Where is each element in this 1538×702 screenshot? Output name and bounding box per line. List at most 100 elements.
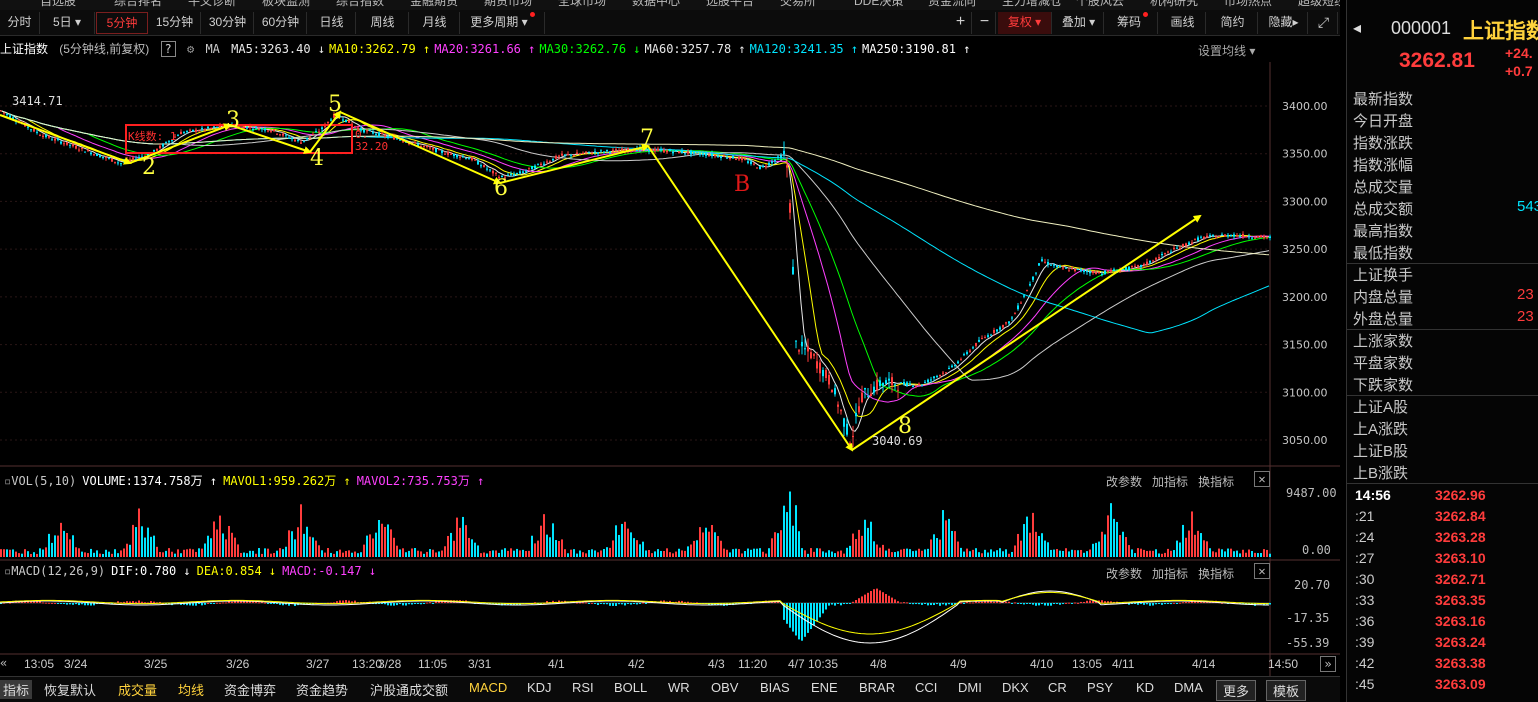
- tick-time: :42: [1355, 655, 1375, 671]
- macd-bar: [1023, 603, 1025, 605]
- volume-bar: [57, 535, 59, 557]
- volume-bar: [66, 533, 68, 557]
- indicator-tab[interactable]: 均线: [178, 680, 204, 699]
- indicator-tab[interactable]: PSY: [1087, 680, 1113, 695]
- indicator-tab[interactable]: CR: [1048, 680, 1067, 695]
- volume-bar: [408, 550, 410, 557]
- vol-swap-indicator[interactable]: 换指标: [1198, 475, 1234, 489]
- candle-body: [468, 158, 470, 160]
- scroll-right-icon[interactable]: »: [1320, 656, 1336, 672]
- macd-bar: [1005, 601, 1007, 603]
- candle-body: [1110, 270, 1112, 272]
- macd-axis-top: 20.70: [1294, 578, 1331, 592]
- volume-bar: [141, 526, 143, 557]
- volume-bar: [168, 548, 170, 557]
- candle-body: [537, 163, 539, 165]
- volume-bar: [636, 540, 638, 557]
- volume-bar: [885, 550, 887, 557]
- candle-body: [489, 169, 491, 171]
- volume-bar: [465, 525, 467, 557]
- indicator-tab[interactable]: KDJ: [527, 680, 552, 695]
- macd-bar: [1269, 603, 1271, 605]
- candle-body: [924, 381, 926, 383]
- macd-bar: [909, 603, 911, 604]
- macd-bar: [1167, 603, 1169, 604]
- candle-body: [975, 343, 977, 346]
- macd-change-params[interactable]: 改参数: [1106, 567, 1142, 581]
- macd-bar: [429, 602, 431, 604]
- indicator-tab[interactable]: 资金趋势: [296, 680, 348, 699]
- volume-bar: [111, 553, 113, 557]
- indicator-tab[interactable]: ENE: [811, 680, 838, 695]
- indicator-tab[interactable]: BOLL: [614, 680, 647, 695]
- macd-bar: [852, 601, 854, 603]
- macd-add-indicator[interactable]: 加指标: [1152, 567, 1188, 581]
- indicator-tab[interactable]: WR: [668, 680, 690, 695]
- volume-bar: [762, 551, 764, 557]
- indicator-tab[interactable]: BIAS: [760, 680, 790, 695]
- indicator-tab[interactable]: OBV: [711, 680, 738, 695]
- scroll-left-icon[interactable]: «: [0, 656, 7, 670]
- candle-body: [249, 126, 251, 128]
- volume-bar: [747, 548, 749, 557]
- volume-bar: [1137, 548, 1139, 557]
- macd-bar: [1047, 603, 1049, 606]
- time-tick-label: 4/10: [1030, 657, 1054, 671]
- candle-body: [1143, 263, 1145, 266]
- macd-bar: [810, 603, 812, 629]
- tick-time: :21: [1355, 508, 1375, 524]
- macd-bar: [219, 602, 221, 604]
- indicator-tab[interactable]: CCI: [915, 680, 937, 695]
- indicator-tab[interactable]: KD: [1136, 680, 1154, 695]
- time-tick-label: 4/3: [708, 657, 725, 671]
- volume-bar: [600, 550, 602, 557]
- volume-bar: [1020, 540, 1022, 557]
- macd-close-icon[interactable]: ✕: [1254, 563, 1270, 579]
- volume-bar: [96, 550, 98, 557]
- macd-bar: [606, 603, 608, 605]
- candle-body: [84, 151, 86, 153]
- time-tick-label: 10:35: [808, 657, 839, 671]
- indicator-tab[interactable]: DMA: [1174, 680, 1203, 695]
- volume-bar: [102, 553, 104, 557]
- volume-bar: [999, 548, 1001, 557]
- vol-close-icon[interactable]: ✕: [1254, 471, 1270, 487]
- price-tick-label: 3100.00: [1282, 386, 1328, 399]
- volume-bar: [375, 532, 377, 557]
- indicator-tab[interactable]: DMI: [958, 680, 982, 695]
- indicator-tab[interactable]: 指标: [0, 680, 33, 699]
- candle-body: [1233, 234, 1235, 237]
- time-tick-label: 4/2: [628, 657, 645, 671]
- indicator-tab[interactable]: DKX: [1002, 680, 1029, 695]
- indicator-tab[interactable]: 更多: [1216, 680, 1257, 701]
- volume-bar: [927, 548, 929, 557]
- macd-bar: [978, 601, 980, 603]
- macd-bar: [57, 603, 59, 604]
- candle-body: [939, 374, 941, 376]
- vol-actions: 改参数 加指标 换指标: [1106, 473, 1234, 490]
- candle-body: [288, 137, 290, 139]
- indicator-tab[interactable]: 模板: [1266, 680, 1307, 701]
- macd-bar: [630, 603, 632, 605]
- indicator-tab[interactable]: BRAR: [859, 680, 895, 695]
- candle-body: [309, 136, 311, 138]
- indicator-tab[interactable]: RSI: [572, 680, 594, 695]
- macd-swap-indicator[interactable]: 换指标: [1198, 567, 1234, 581]
- indicator-tab[interactable]: MACD: [469, 680, 507, 695]
- volume-bar: [339, 549, 341, 557]
- indicator-tab[interactable]: 成交量: [118, 680, 157, 699]
- collapse-icon[interactable]: ◂: [1353, 18, 1361, 38]
- volume-bar: [267, 548, 269, 557]
- macd-bar: [402, 603, 404, 606]
- candle-body: [798, 350, 800, 352]
- indicator-tab[interactable]: 恢复默认: [44, 680, 96, 699]
- indicator-tab[interactable]: 沪股通成交额: [370, 680, 448, 699]
- vol-change-params[interactable]: 改参数: [1106, 475, 1142, 489]
- volume-bar: [921, 550, 923, 557]
- candle-body: [1146, 261, 1148, 265]
- candle-body: [1215, 237, 1217, 239]
- indicator-tab[interactable]: 资金博弈: [224, 680, 276, 699]
- macd-bar: [1137, 603, 1139, 605]
- vol-add-indicator[interactable]: 加指标: [1152, 475, 1188, 489]
- candle-body: [696, 151, 698, 153]
